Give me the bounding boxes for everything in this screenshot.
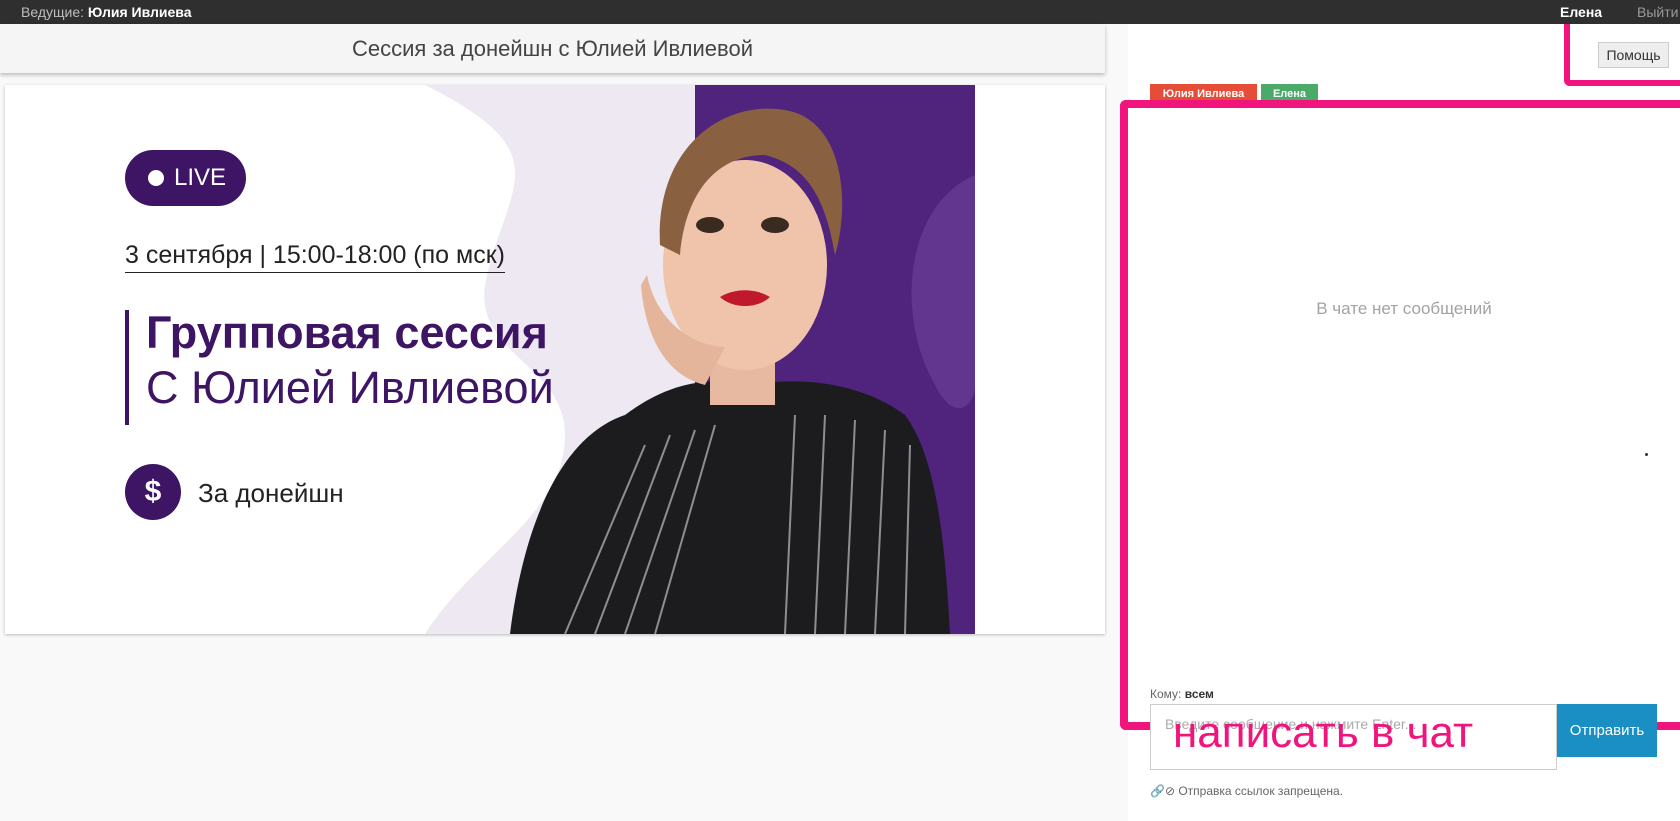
donation-label: За донейшн xyxy=(198,478,344,508)
live-badge: LIVE xyxy=(125,150,246,206)
banner-headline: Групповая сессия xyxy=(146,307,548,358)
logout-link[interactable]: Выйти xyxy=(1637,4,1678,20)
chat-annotation-overlay: написать в чат xyxy=(1173,708,1474,757)
session-title: Сессия за донейшн с Юлией Ивлиевой xyxy=(0,24,1105,73)
cursor-dot xyxy=(1645,453,1648,456)
send-button[interactable]: Отправить xyxy=(1557,704,1657,757)
host-name: Юлия Ивлиева xyxy=(87,4,192,20)
chat-panel: Помощь Юлия Ивлиева Елена В чате нет соо… xyxy=(1120,24,1680,821)
banner-subheadline: С Юлией Ивлиевой xyxy=(146,362,554,413)
session-date: 3 сентября | 15:00-18:00 (по мск) xyxy=(125,241,505,273)
host-info: Ведущие: Юлия Ивлиева xyxy=(21,4,192,20)
links-note: 🔗⊘ Отправка ссылок запрещена. xyxy=(1150,784,1344,798)
stream-area: Сессия за донейшн с Юлией Ивлиевой LIVE … xyxy=(0,24,1128,821)
chat-empty-message: В чате нет сообщений xyxy=(1316,299,1492,318)
link-icon: 🔗⊘ xyxy=(1150,784,1175,798)
recipient-selector[interactable]: Кому: всем xyxy=(1150,687,1214,701)
dollar-icon: $ xyxy=(125,464,181,520)
stream-banner: LIVE 3 сентября | 15:00-18:00 (по мск) Г… xyxy=(5,85,1105,634)
chat-highlight xyxy=(1120,100,1680,730)
headline-accent-bar xyxy=(125,310,129,425)
current-user: Елена xyxy=(1560,4,1603,20)
help-button[interactable]: Помощь xyxy=(1598,42,1669,68)
live-dot-icon xyxy=(148,170,164,186)
top-bar: Ведущие: Юлия Ивлиева Елена Выйти xyxy=(0,0,1680,24)
